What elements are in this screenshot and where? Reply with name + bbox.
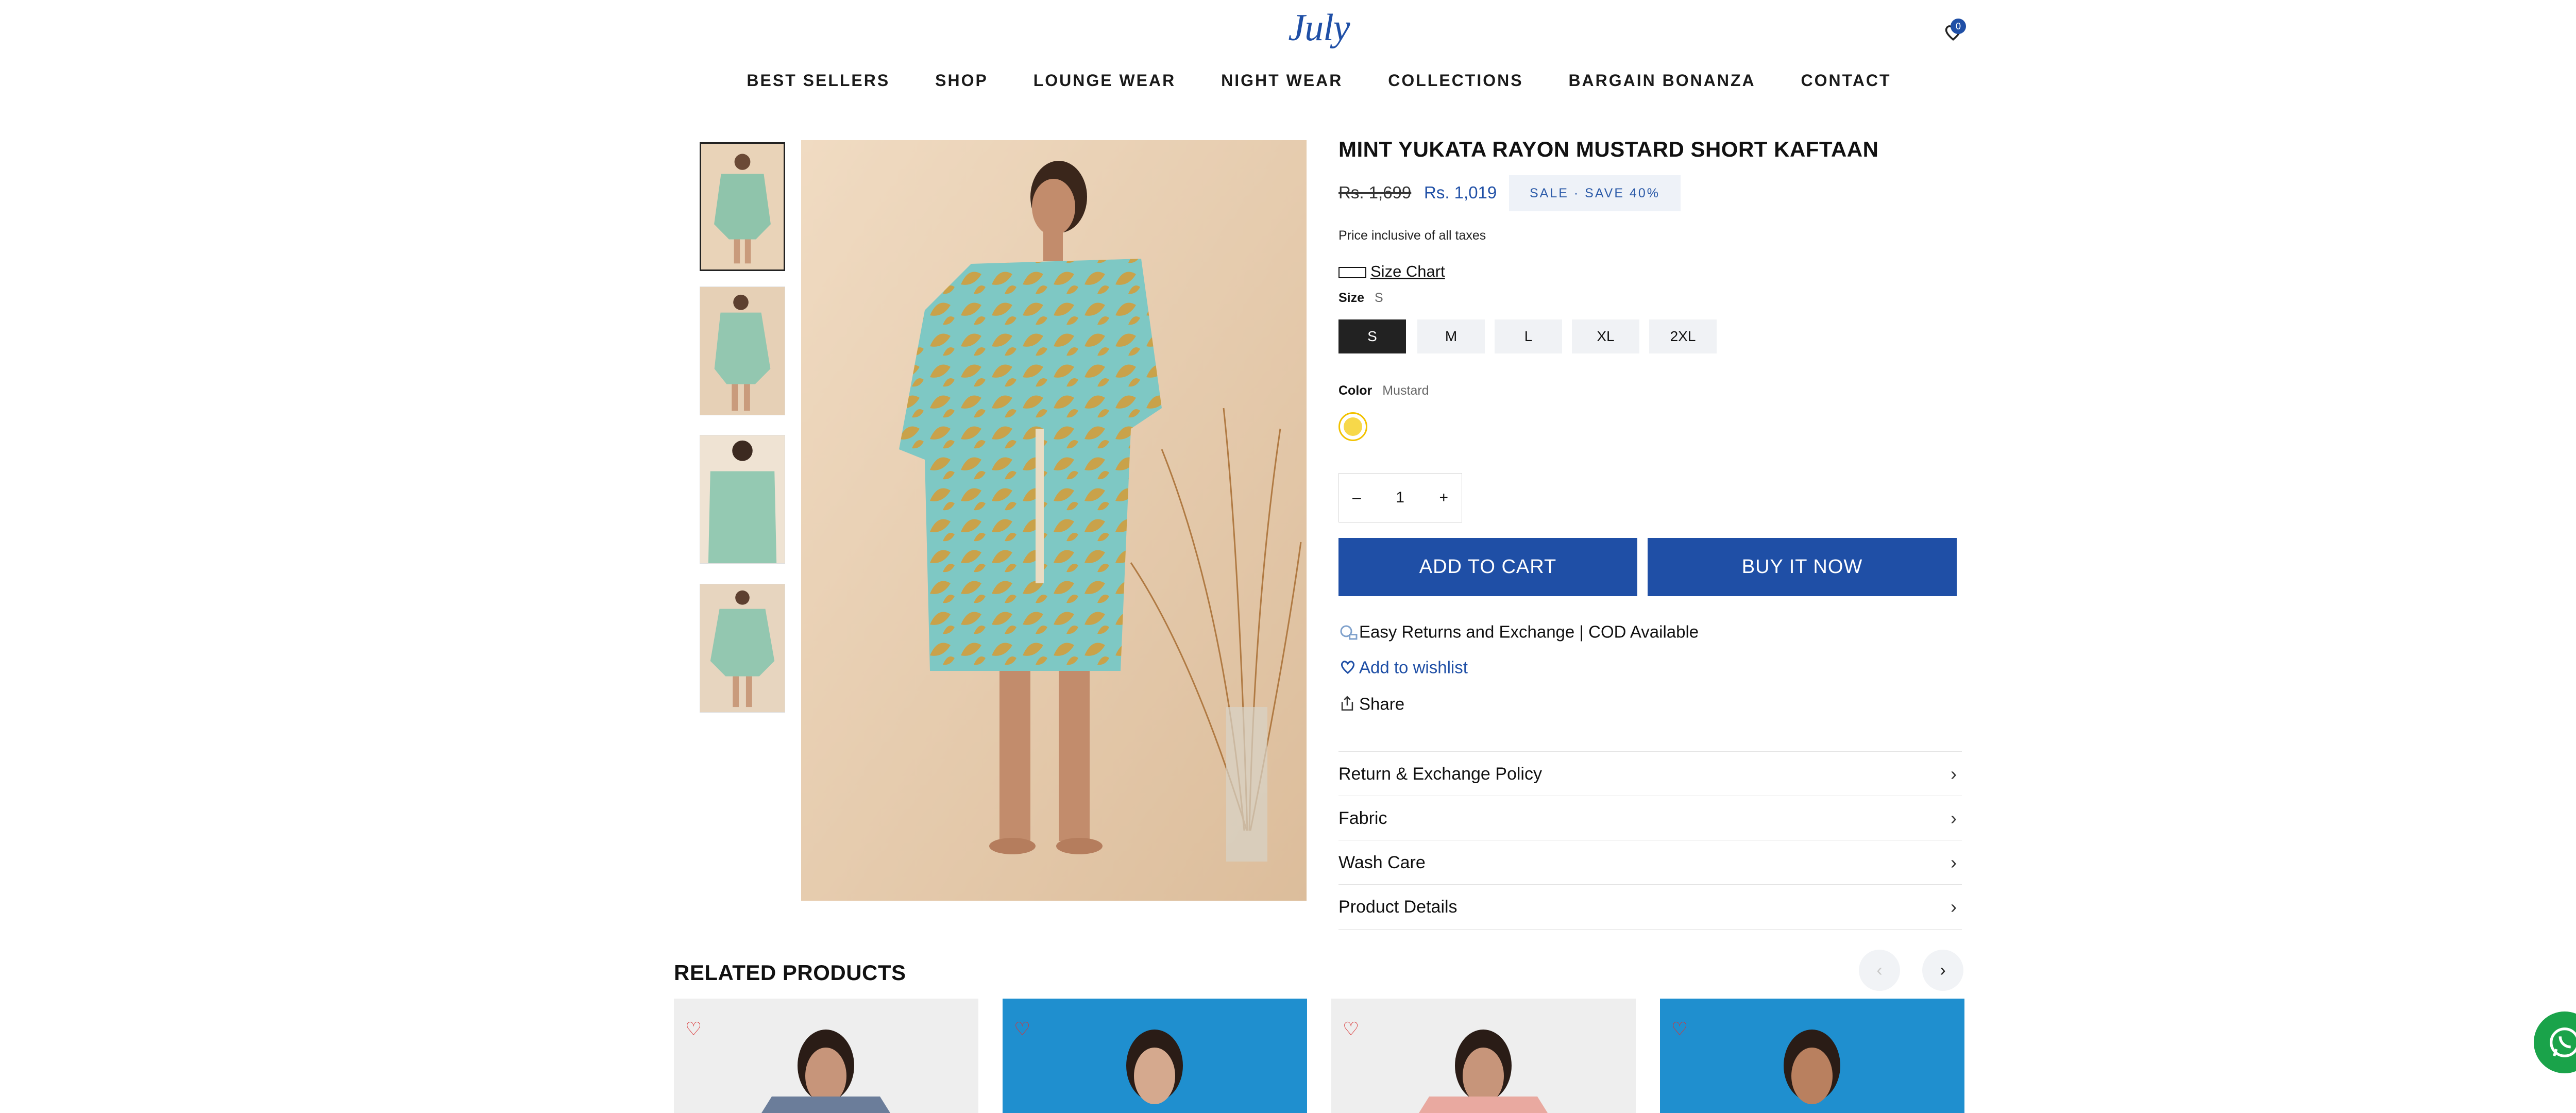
chevron-right-icon: › [1951, 807, 1957, 829]
buy-now-button[interactable]: BUY IT NOW [1648, 538, 1957, 596]
size-label: Size [1338, 291, 1365, 305]
accordion-fabric[interactable]: Fabric › [1338, 796, 1962, 840]
color-label: Color [1338, 383, 1372, 398]
accordion-wash-care[interactable]: Wash Care › [1338, 840, 1962, 885]
whatsapp-chat-button[interactable] [2534, 1011, 2576, 1073]
sale-price: Rs. 1,019 [1424, 183, 1497, 202]
accordion-title: Return & Exchange Policy [1338, 764, 1542, 784]
wishlist-heart-icon[interactable]: ♡ [1343, 1018, 1359, 1040]
wishlist-label: Add to wishlist [1359, 657, 1468, 677]
main-nav: BEST SELLERS SHOP LOUNGE WEAR NIGHT WEAR… [0, 71, 2576, 90]
color-swatch-mustard[interactable] [1338, 412, 1367, 441]
chevron-right-icon: › [1951, 896, 1957, 917]
accordion-return-exchange[interactable]: Return & Exchange Policy › [1338, 751, 1962, 796]
size-option-s[interactable]: S [1338, 319, 1406, 353]
add-to-cart-button[interactable]: ADD TO CART [1338, 538, 1637, 596]
nav-night-wear[interactable]: NIGHT WEAR [1221, 71, 1343, 90]
sale-badge: SALE · SAVE 40% [1509, 175, 1681, 211]
size-label-row: Size S [1338, 291, 1383, 306]
tax-note: Price inclusive of all taxes [1338, 228, 1486, 243]
product-title: MINT YUKATA RAYON MUSTARD SHORT KAFTAAN [1338, 137, 1879, 161]
returns-text: Easy Returns and Exchange | COD Availabl… [1359, 622, 1699, 642]
whatsapp-icon [2550, 1027, 2576, 1057]
share-icon [1338, 694, 1359, 717]
original-price: Rs. 1,699 [1338, 183, 1412, 202]
product-main-image[interactable] [801, 140, 1307, 901]
nav-shop[interactable]: SHOP [935, 71, 988, 90]
size-option-l[interactable]: L [1495, 319, 1562, 353]
carousel-next-button[interactable]: › [1922, 950, 1963, 991]
related-product-card[interactable]: ♡ [1003, 999, 1307, 1113]
size-option-2xl[interactable]: 2XL [1649, 319, 1717, 353]
size-option-xl[interactable]: XL [1572, 319, 1639, 353]
product-thumbnail-2[interactable] [700, 286, 785, 415]
quantity-stepper: – 1 + [1338, 473, 1462, 522]
accordion-product-details[interactable]: Product Details › [1338, 884, 1962, 930]
accordion-title: Product Details [1338, 897, 1458, 917]
ruler-icon [1338, 266, 1366, 278]
size-chart-link[interactable]: Size Chart [1338, 262, 1445, 281]
returns-icon [1338, 621, 1359, 646]
size-selected-value: S [1375, 291, 1383, 305]
color-label-row: Color Mustard [1338, 383, 1429, 398]
product-thumbnail-4[interactable] [700, 584, 785, 713]
accordion-title: Wash Care [1338, 853, 1426, 872]
product-thumbnail-3[interactable] [700, 435, 785, 564]
related-products-heading: RELATED PRODUCTS [674, 960, 906, 985]
qty-value[interactable]: 1 [1396, 489, 1404, 507]
wishlist-heart-icon[interactable]: ♡ [1014, 1018, 1030, 1040]
related-product-card[interactable]: ♡ [674, 999, 978, 1113]
wishlist-heart-icon[interactable]: ♡ [1671, 1018, 1688, 1040]
size-option-m[interactable]: M [1417, 319, 1485, 353]
nav-contact[interactable]: CONTACT [1801, 71, 1891, 90]
related-product-card[interactable]: ♡ [1660, 999, 1964, 1113]
nav-best-sellers[interactable]: BEST SELLERS [747, 71, 890, 90]
size-chart-label: Size Chart [1370, 262, 1445, 280]
returns-info: Easy Returns and Exchange | COD Availabl… [1338, 621, 1699, 646]
chevron-right-icon: › [1951, 852, 1957, 873]
product-thumbnail-1[interactable] [700, 142, 785, 271]
qty-increase-button[interactable]: + [1439, 489, 1448, 507]
color-selected-value: Mustard [1382, 383, 1429, 398]
nav-lounge-wear[interactable]: LOUNGE WEAR [1033, 71, 1176, 90]
carousel-prev-button[interactable]: ‹ [1859, 950, 1900, 991]
share-link[interactable]: Share [1338, 694, 1404, 717]
related-product-card[interactable]: ♡ [1331, 999, 1636, 1113]
cart-count-badge: 0 [1951, 19, 1966, 34]
wishlist-heart-icon[interactable]: ♡ [685, 1018, 702, 1040]
heart-outline-icon [1338, 657, 1359, 680]
chevron-right-icon: › [1951, 763, 1957, 784]
brand-logo[interactable]: July [1278, 6, 1360, 50]
qty-decrease-button[interactable]: – [1352, 489, 1361, 507]
add-to-wishlist-link[interactable]: Add to wishlist [1338, 657, 1468, 680]
nav-bargain-bonanza[interactable]: BARGAIN BONANZA [1568, 71, 1755, 90]
accordion-title: Fabric [1338, 808, 1387, 828]
nav-collections[interactable]: COLLECTIONS [1388, 71, 1523, 90]
share-label: Share [1359, 694, 1405, 714]
